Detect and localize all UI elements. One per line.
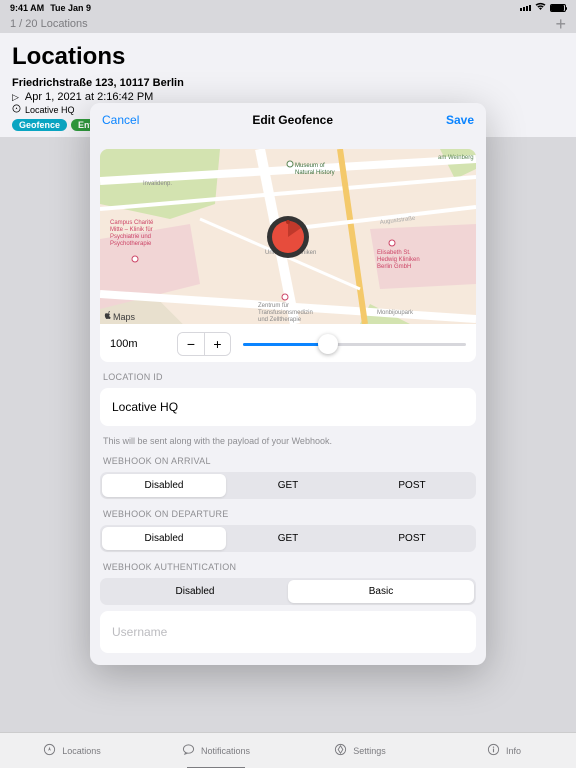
tab-label: Locations <box>62 746 101 756</box>
map-label-monbijou: Monbijoupark <box>377 310 414 316</box>
status-date: Tue Jan 9 <box>50 3 91 13</box>
location-id-value: Locative HQ <box>112 400 464 414</box>
tab-label: Settings <box>353 746 386 756</box>
location-timestamp: Apr 1, 2021 at 2:16:42 PM <box>25 91 153 103</box>
seg-departure-disabled[interactable]: Disabled <box>102 527 226 550</box>
cancel-button[interactable]: Cancel <box>102 113 139 127</box>
map-label-weinberg: am Weinberg <box>438 155 474 161</box>
slider-thumb[interactable] <box>318 334 338 354</box>
seg-webhook-arrival: Disabled GET POST <box>100 472 476 499</box>
label-webhook-departure: WEBHOOK ON DEPARTURE <box>100 509 476 519</box>
seg-departure-get[interactable]: GET <box>226 527 350 550</box>
radius-plus-button[interactable]: + <box>204 333 230 355</box>
map-pin[interactable] <box>266 215 310 259</box>
webhook-hint: This will be sent along with the payload… <box>100 436 476 446</box>
label-webhook-arrival: WEBHOOK ON ARRIVAL <box>100 456 476 466</box>
chat-icon <box>182 743 195 758</box>
apple-logo-icon <box>104 311 112 322</box>
target-icon <box>43 743 56 758</box>
map-label-invaliden: Invalidenp. <box>143 181 172 187</box>
seg-departure-post[interactable]: POST <box>350 527 474 550</box>
tab-settings[interactable]: Settings <box>288 733 432 768</box>
map-card: Museum ofNatural History Invalidenp. am … <box>100 149 476 362</box>
status-time: 9:41 AM <box>10 3 44 13</box>
tab-bar: Locations Notifications Settings Info <box>0 732 576 768</box>
battery-icon <box>550 4 566 12</box>
seg-webhook-auth: Disabled Basic <box>100 578 476 605</box>
radius-slider[interactable] <box>243 333 466 355</box>
radius-minus-button[interactable]: − <box>178 333 204 355</box>
radius-stepper: − + <box>177 332 231 356</box>
page-title: Locations <box>12 43 564 71</box>
tab-locations[interactable]: Locations <box>0 733 144 768</box>
username-placeholder: Username <box>112 625 167 639</box>
add-location-button[interactable]: + <box>555 14 566 35</box>
signal-icon <box>520 5 531 11</box>
modal-header: Cancel Edit Geofence Save <box>90 103 486 137</box>
tab-label: Notifications <box>201 746 250 756</box>
target-icon <box>12 104 21 115</box>
map-label-hospital: Campus CharitéMitte – Klinik fürPsychiat… <box>110 220 154 247</box>
location-address: Friedrichstraße 123, 10117 Berlin <box>12 77 564 89</box>
location-name: Locative HQ <box>25 105 75 115</box>
save-button[interactable]: Save <box>446 113 474 127</box>
info-icon <box>487 743 500 758</box>
label-webhook-auth: WEBHOOK AUTHENTICATION <box>100 562 476 572</box>
radius-value: 100m <box>110 338 165 350</box>
modal-title: Edit Geofence <box>139 113 446 127</box>
seg-arrival-post[interactable]: POST <box>350 474 474 497</box>
tab-info[interactable]: Info <box>432 733 576 768</box>
username-field[interactable]: Username <box>100 611 476 653</box>
map[interactable]: Museum ofNatural History Invalidenp. am … <box>100 149 476 324</box>
seg-auth-basic[interactable]: Basic <box>288 580 474 603</box>
seg-auth-disabled[interactable]: Disabled <box>102 580 288 603</box>
gear-icon <box>334 743 347 758</box>
tab-notifications[interactable]: Notifications <box>144 733 288 768</box>
locations-counter: 1 / 20 Locations <box>10 18 88 30</box>
seg-arrival-disabled[interactable]: Disabled <box>102 474 226 497</box>
seg-webhook-departure: Disabled GET POST <box>100 525 476 552</box>
pill-geofence: Geofence <box>12 119 67 131</box>
status-bar: 9:41 AM Tue Jan 9 <box>0 0 576 15</box>
edit-geofence-modal: Cancel Edit Geofence Save <box>90 103 486 665</box>
play-icon: ▷ <box>12 92 19 103</box>
seg-arrival-get[interactable]: GET <box>226 474 350 497</box>
radius-row: 100m − + <box>100 324 476 362</box>
location-id-field[interactable]: Locative HQ <box>100 388 476 426</box>
label-location-id: LOCATION ID <box>100 372 476 382</box>
map-attribution: Maps <box>104 311 135 322</box>
tab-label: Info <box>506 746 521 756</box>
wifi-icon <box>535 2 546 14</box>
